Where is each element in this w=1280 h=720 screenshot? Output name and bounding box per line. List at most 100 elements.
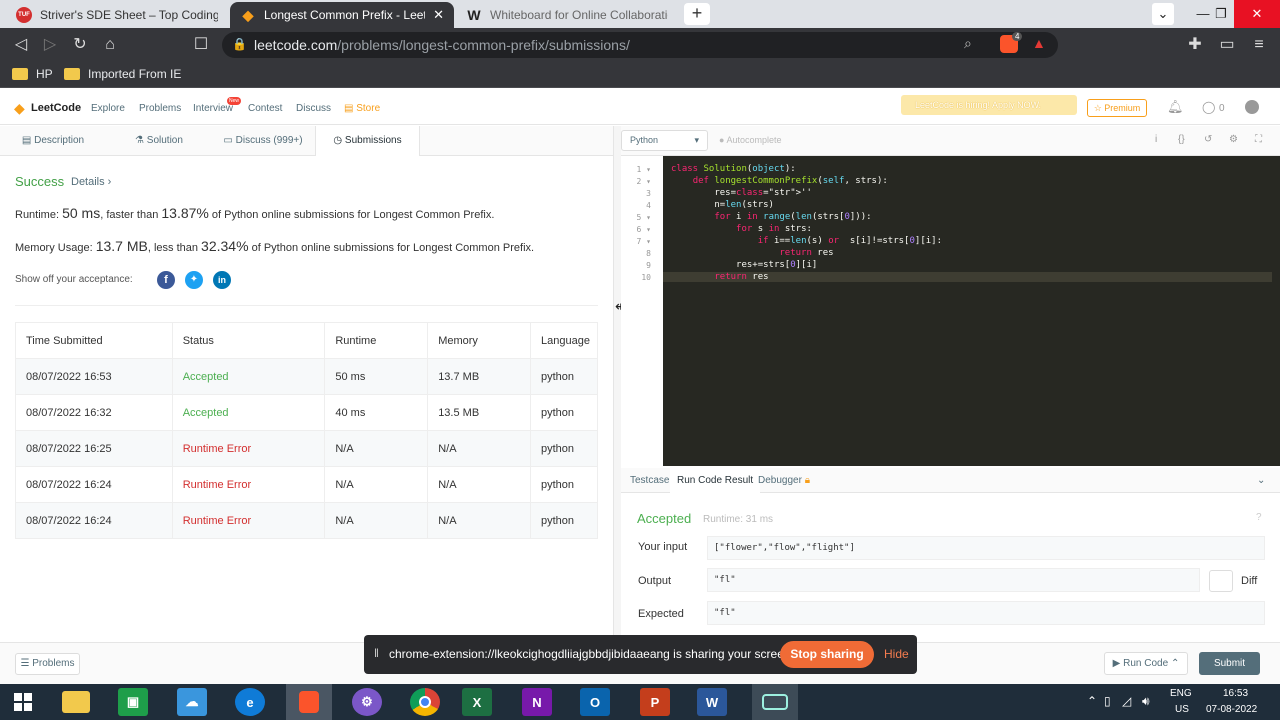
col-runtime[interactable]: Runtime — [324, 322, 429, 359]
browser-tab-striver[interactable]: TUF Striver's SDE Sheet – Top Coding Int… — [6, 2, 228, 28]
facebook-icon[interactable]: f — [157, 271, 175, 289]
volume-icon[interactable]: 🔊︎ — [1142, 694, 1150, 709]
input-language-bottom[interactable]: US — [1175, 704, 1189, 715]
fullscreen-icon[interactable]: ⛶ — [1255, 134, 1262, 145]
bookmark-imported[interactable]: Imported From IE — [64, 67, 181, 81]
col-time[interactable]: Time Submitted — [15, 322, 173, 359]
battery-icon[interactable]: ▯ — [1104, 694, 1111, 708]
powerpoint-icon[interactable]: P — [640, 688, 670, 716]
outlook-icon[interactable]: O — [580, 688, 610, 716]
cell-status[interactable]: Runtime Error — [172, 466, 326, 503]
menu-icon[interactable]: ≡ — [1248, 34, 1270, 56]
reload-icon[interactable]: ↻ — [69, 34, 91, 56]
panel-splitter[interactable] — [613, 126, 621, 642]
drag-handle-icon[interactable]: ‖ — [374, 646, 379, 660]
window-close-icon[interactable]: ✕ — [1234, 0, 1280, 28]
code-editor[interactable]: class Solution(object): def longestCommo… — [663, 156, 1280, 466]
table-row[interactable]: 08/07/2022 16:32 Accepted 40 ms 13.5 MB … — [15, 394, 598, 431]
input-language-top[interactable]: ENG — [1170, 688, 1192, 699]
stop-sharing-button[interactable]: Stop sharing — [780, 641, 874, 668]
help-icon[interactable]: ? — [1256, 512, 1262, 523]
bookmark-hp[interactable]: HP — [12, 67, 53, 81]
problems-button[interactable]: ☰ Problems — [15, 653, 80, 675]
nav-interview[interactable]: Interview — [193, 103, 233, 114]
leetcode-logo-icon[interactable]: ◆ — [14, 100, 25, 117]
browser-tab-leetcode[interactable]: ◆ Longest Common Prefix - LeetCo ✕ — [230, 2, 454, 28]
submit-button[interactable]: Submit — [1199, 652, 1260, 675]
restore-icon[interactable]: ❐ — [1206, 0, 1236, 28]
nav-contest[interactable]: Contest — [248, 103, 282, 114]
nav-problems[interactable]: Problems — [139, 103, 181, 114]
info-icon[interactable]: i — [1155, 134, 1157, 145]
col-status[interactable]: Status — [172, 322, 326, 359]
collapse-icon[interactable]: ⌄ — [1257, 475, 1265, 486]
cell-status[interactable]: Accepted — [172, 358, 326, 395]
omnibox[interactable]: 🔒 leetcode.com/problems/longest-common-p… — [222, 32, 1058, 58]
avatar-icon[interactable] — [1245, 100, 1259, 114]
twitter-icon[interactable]: ✦ — [185, 271, 203, 289]
leetcode-logo-text[interactable]: LeetCode — [31, 102, 81, 114]
nav-explore[interactable]: Explore — [91, 103, 125, 114]
details-link[interactable]: Details › — [71, 176, 111, 188]
streak-icon[interactable]: ◯ — [1202, 100, 1215, 114]
settings-icon[interactable]: ⚙ — [1229, 134, 1238, 145]
start-icon[interactable] — [8, 688, 38, 716]
tab-debugger[interactable]: Debugger 🔒︎ — [758, 475, 810, 486]
table-row[interactable]: 08/07/2022 16:53 Accepted 50 ms 13.7 MB … — [15, 358, 598, 395]
table-row[interactable]: 08/07/2022 16:24 Runtime Error N/A N/A p… — [15, 502, 598, 539]
nav-store[interactable]: ▤ Store — [344, 103, 380, 114]
brave-rewards-icon[interactable]: ▲ — [1032, 35, 1046, 51]
cell-status[interactable]: Runtime Error — [172, 502, 326, 539]
clock-date[interactable]: 07-08-2022 — [1206, 704, 1257, 715]
tab-submissions[interactable]: ◷ Submissions — [315, 126, 420, 156]
cell-status[interactable]: Runtime Error — [172, 430, 326, 467]
diff-toggle[interactable] — [1209, 570, 1233, 592]
screen-share-app-icon[interactable] — [752, 684, 798, 720]
linkedin-icon[interactable]: in — [213, 271, 231, 289]
onenote-icon[interactable]: N — [522, 688, 552, 716]
tray-chevron-icon[interactable]: ⌃ — [1087, 694, 1097, 708]
new-tab-button[interactable]: + — [684, 3, 710, 25]
col-language[interactable]: Language — [530, 322, 598, 359]
excel-icon[interactable]: X — [462, 688, 492, 716]
forward-icon[interactable]: ▷ — [39, 34, 61, 56]
cell-status[interactable]: Accepted — [172, 394, 326, 431]
table-row[interactable]: 08/07/2022 16:25 Runtime Error N/A N/A p… — [15, 430, 598, 467]
close-tab-icon[interactable]: ✕ — [433, 7, 444, 23]
tab-solution[interactable]: ⚗ Solution — [106, 126, 212, 156]
reset-icon[interactable]: ↺ — [1204, 134, 1212, 145]
store-icon[interactable]: ▣ — [118, 688, 148, 716]
zoom-icon[interactable]: ⌕ — [964, 35, 972, 52]
braces-icon[interactable]: {} — [1178, 134, 1185, 145]
run-code-button[interactable]: ▶ Run Code ⌃ — [1104, 652, 1188, 675]
clock-time[interactable]: 16:53 — [1223, 688, 1248, 699]
autocomplete-toggle[interactable]: ● Autocomplete — [719, 135, 782, 145]
browser-tab-whiteboard[interactable]: W Whiteboard for Online Collaboration | — [456, 2, 678, 28]
premium-button[interactable]: ☆ Premium — [1087, 99, 1147, 117]
tab-description[interactable]: ▤ Description — [0, 126, 106, 156]
weather-icon[interactable]: ☁ — [177, 688, 207, 716]
tab-testcase[interactable]: Testcase — [630, 475, 669, 486]
word-icon[interactable]: W — [697, 688, 727, 716]
back-icon[interactable]: ◁ — [10, 34, 32, 56]
hide-button[interactable]: Hide — [884, 647, 909, 661]
bookmark-icon[interactable]: ☐ — [190, 34, 212, 56]
brave-taskbar-icon[interactable] — [286, 684, 332, 720]
tab-discuss[interactable]: ▭ Discuss (999+) — [210, 126, 316, 156]
chrome-icon[interactable] — [410, 688, 440, 716]
network-icon[interactable]: ◿ — [1122, 694, 1131, 708]
hiring-banner[interactable]: LeetCode is hiring! Apply NOW. — [901, 95, 1077, 115]
extensions-icon[interactable]: ✚ — [1184, 34, 1206, 56]
table-row[interactable]: 08/07/2022 16:24 Runtime Error N/A N/A p… — [15, 466, 598, 503]
edge-icon[interactable]: e — [235, 688, 265, 716]
nav-discuss[interactable]: Discuss — [296, 103, 331, 114]
settings-app-icon[interactable]: ⚙ — [352, 688, 382, 716]
wallet-icon[interactable]: ▭ — [1216, 34, 1238, 56]
notification-bell-icon[interactable]: 🔔︎ — [1167, 99, 1184, 115]
col-memory[interactable]: Memory — [427, 322, 531, 359]
file-explorer-icon[interactable] — [62, 691, 90, 713]
tab-run-code-result[interactable]: Run Code Result — [670, 468, 761, 493]
home-icon[interactable]: ⌂ — [99, 34, 121, 56]
tab-search-icon[interactable]: ⌄ — [1152, 3, 1174, 25]
language-select[interactable]: Python ▾ — [621, 130, 708, 151]
